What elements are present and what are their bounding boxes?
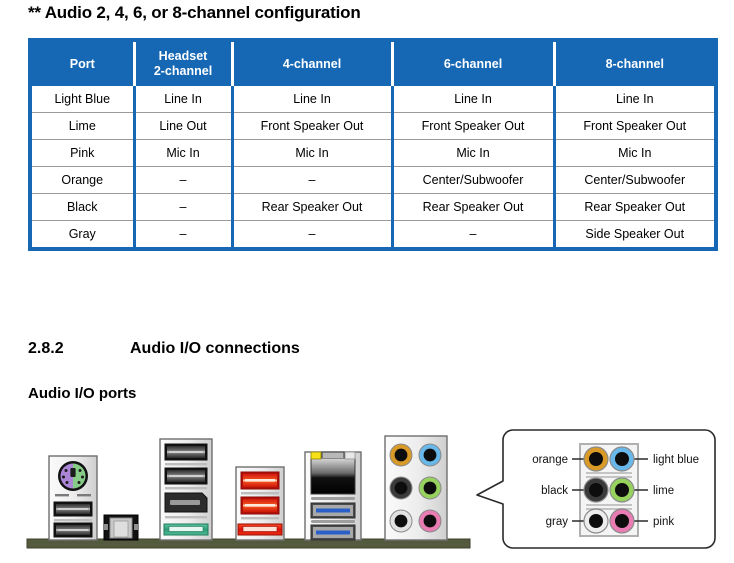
audio-jack-stack <box>384 435 448 541</box>
ps2-usb-stack <box>48 455 98 541</box>
usb3-blue-port <box>310 502 356 519</box>
column-header-6channel-line1: 6-channel <box>443 56 503 71</box>
table-row: Gray – – – Side Speaker Out <box>32 220 714 247</box>
callout-label-light-blue: light blue <box>653 454 699 466</box>
cell-2-channel: Line In <box>134 86 234 113</box>
callout-jack-light-blue <box>609 446 635 472</box>
cell-2-channel: – <box>134 166 234 194</box>
cell-4-channel: – <box>232 166 394 194</box>
cell-port: Lime <box>32 112 136 140</box>
cell-2-channel: Mic In <box>134 139 234 167</box>
column-header-4channel-line1: 4-channel <box>282 56 342 71</box>
cell-6-channel: Line In <box>392 86 556 113</box>
usb-displayport-sata-stack <box>159 438 213 541</box>
cell-port: Gray <box>32 220 136 247</box>
cell-8-channel: Mic In <box>554 139 714 167</box>
section-heading: 2.8.2 Audio I/O connections <box>28 340 300 358</box>
lan-led-yellow <box>310 451 322 460</box>
column-header-port-line1: Port <box>69 56 95 71</box>
callout-label-gray: gray <box>546 516 569 528</box>
callout-jack-black <box>583 477 609 503</box>
audio-jack-orange <box>389 443 413 467</box>
usb2-port <box>164 443 208 461</box>
cell-8-channel: Line In <box>554 86 714 113</box>
table-row: Orange – – Center/Subwoofer Center/Subwo… <box>32 166 714 194</box>
callout-label-orange: orange <box>532 454 568 466</box>
section-number: 2.8.2 <box>28 340 64 357</box>
audio-jack-gray <box>389 509 413 533</box>
table-row: Black – Rear Speaker Out Rear Speaker Ou… <box>32 193 714 221</box>
cell-8-channel: Rear Speaker Out <box>554 193 714 221</box>
esata-green-port <box>163 523 209 536</box>
cell-6-channel: Rear Speaker Out <box>392 193 556 221</box>
note-title: ** Audio 2, 4, 6, or 8-channel configura… <box>28 3 361 22</box>
audio-io-panel-diagram: orange black gray light blue lime pink <box>0 418 734 558</box>
column-header-headset-line1: Headset <box>158 49 208 63</box>
cell-port: Light Blue <box>32 86 136 113</box>
audio-jack-lime <box>418 476 442 500</box>
callout-jack-orange <box>583 446 609 472</box>
optical-spdif-out-port <box>103 514 139 541</box>
table-header-row: Port Headset 2-channel 4-channel 6-chann… <box>32 42 714 86</box>
audio-jack-callout: orange black gray light blue lime pink <box>476 429 716 549</box>
column-header-8channel-line1: 8-channel <box>605 56 664 71</box>
cell-4-channel: Front Speaker Out <box>232 112 394 140</box>
cell-8-channel: Front Speaker Out <box>554 112 714 140</box>
audio-configuration-table: Port Headset 2-channel 4-channel 6-chann… <box>28 38 718 251</box>
column-header-port: Port <box>32 42 136 86</box>
esata-red-port <box>237 523 283 536</box>
displayport-port <box>164 492 208 513</box>
cell-2-channel: Line Out <box>134 112 234 140</box>
usb3-red-port <box>240 471 280 490</box>
cell-port: Orange <box>32 166 136 194</box>
callout-label-pink: pink <box>653 516 674 528</box>
cell-6-channel: Mic In <box>392 139 556 167</box>
table-row: Light Blue Line In Line In Line In Line … <box>32 86 714 113</box>
audio-jack-light-blue <box>418 443 442 467</box>
cell-port: Black <box>32 193 136 221</box>
cell-6-channel: – <box>392 220 556 247</box>
audio-jack-black <box>389 476 413 500</box>
cell-6-channel: Center/Subwoofer <box>392 166 556 194</box>
column-header-4-channel: 4-channel <box>232 42 394 86</box>
callout-label-black: black <box>541 485 568 497</box>
column-header-8-channel: 8-channel <box>554 42 714 86</box>
lan-usb3-stack <box>304 451 362 541</box>
usb2-port <box>53 522 93 538</box>
usb3-blue-port <box>310 524 356 541</box>
subsection-heading: Audio I/O ports <box>28 385 137 402</box>
table-row: Lime Line Out Front Speaker Out Front Sp… <box>32 112 714 140</box>
ps2-combo-port <box>58 461 88 491</box>
lan-rj45-port <box>310 451 356 495</box>
usb2-port <box>53 501 93 517</box>
cell-8-channel: Center/Subwoofer <box>554 166 714 194</box>
usb3-red-port <box>240 496 280 515</box>
callout-label-lime: lime <box>653 485 674 497</box>
cell-8-channel: Side Speaker Out <box>554 220 714 247</box>
column-header-6-channel: 6-channel <box>392 42 556 86</box>
column-header-headset-2-channel: Headset 2-channel <box>134 42 234 86</box>
cell-2-channel: – <box>134 193 234 221</box>
cell-4-channel: Rear Speaker Out <box>232 193 394 221</box>
column-header-headset-line2: 2-channel <box>153 64 213 78</box>
usb2-port <box>164 467 208 485</box>
cell-2-channel: – <box>134 220 234 247</box>
callout-jack-lime <box>609 477 635 503</box>
usb3-esata-red-stack <box>235 466 285 541</box>
cell-4-channel: Line In <box>232 86 394 113</box>
table-row: Pink Mic In Mic In Mic In Mic In <box>32 139 714 167</box>
audio-jack-pink <box>418 509 442 533</box>
callout-jack-pink <box>609 508 635 534</box>
cell-6-channel: Front Speaker Out <box>392 112 556 140</box>
cell-port: Pink <box>32 139 136 167</box>
cell-4-channel: – <box>232 220 394 247</box>
cell-4-channel: Mic In <box>232 139 394 167</box>
lan-led-white <box>344 451 356 460</box>
callout-jack-gray <box>583 508 609 534</box>
section-title: Audio I/O connections <box>130 340 300 357</box>
